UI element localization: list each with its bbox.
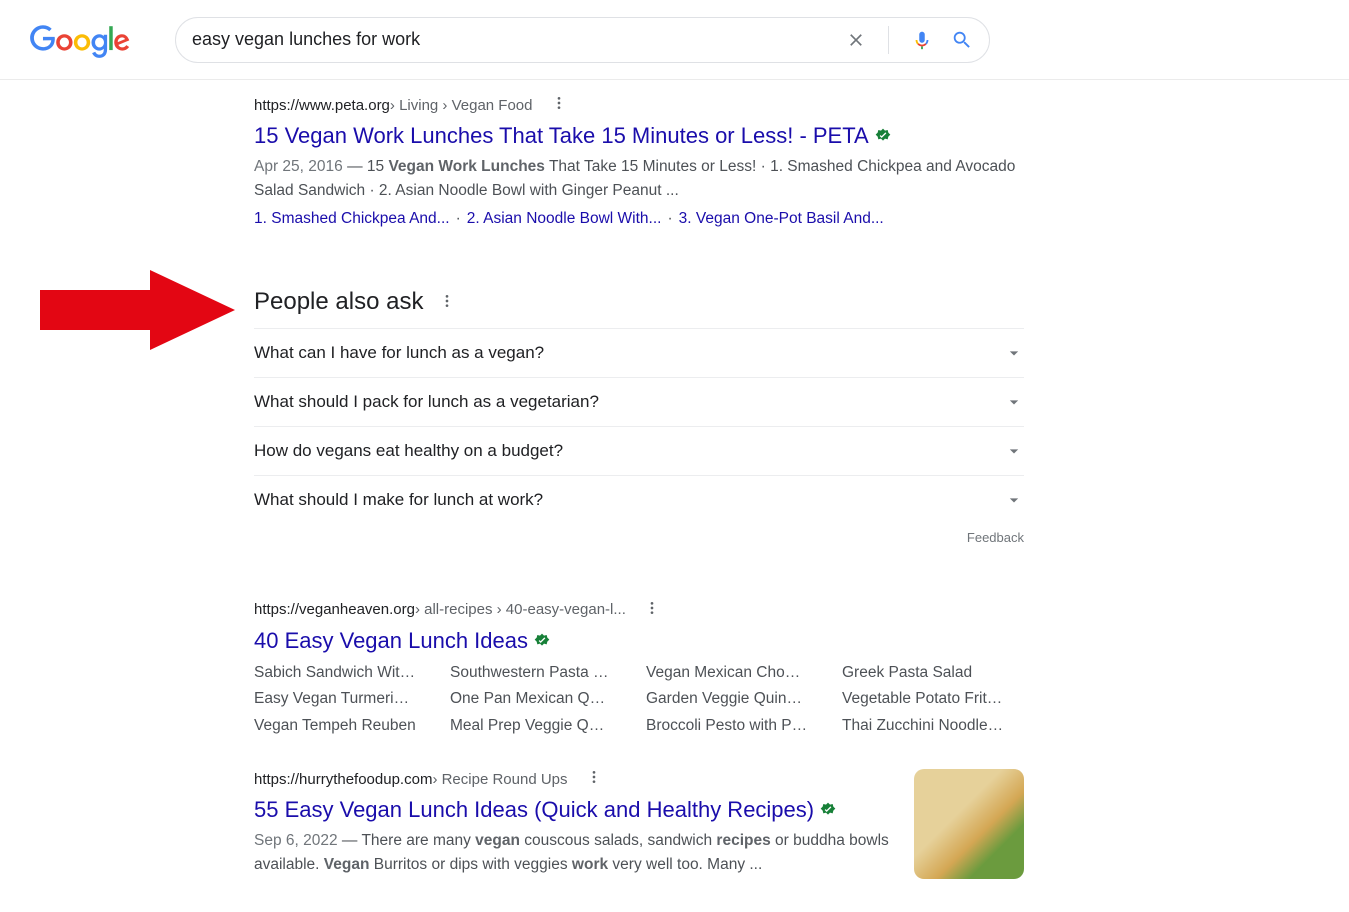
paa-question[interactable]: What should I make for lunch at work? [254,475,1024,524]
chevron-down-icon [1004,343,1024,363]
result-title[interactable]: 55 Easy Vegan Lunch Ideas (Quick and Hea… [254,797,894,823]
result-snippet: Sep 6, 2022 — There are many vegan cousc… [254,829,894,878]
paa-question[interactable]: What should I pack for lunch as a vegeta… [254,377,1024,426]
more-icon[interactable] [586,769,602,789]
search-box[interactable] [175,17,990,63]
more-icon[interactable] [439,288,455,316]
result-item: https://hurrythefoodup.com › Recipe Roun… [254,769,1024,879]
result-title[interactable]: 15 Vegan Work Lunches That Take 15 Minut… [254,123,1024,149]
more-icon[interactable] [644,600,660,620]
sitelink[interactable]: 2. Asian Noodle Bowl With... [467,210,662,227]
result-title[interactable]: 40 Easy Vegan Lunch Ideas [254,628,1024,654]
more-icon[interactable] [551,95,567,115]
verified-badge-icon [875,128,891,144]
result-url[interactable]: https://veganheaven.org › all-recipes › … [254,600,1024,620]
result-snippet: Apr 25, 2016 — 15 Vegan Work Lunches Tha… [254,155,1024,204]
result-url[interactable]: https://hurrythefoodup.com › Recipe Roun… [254,769,894,789]
chevron-down-icon [1004,392,1024,412]
sitelinks: 1. Smashed Chickpea And...·2. Asian Nood… [254,210,1024,228]
result-item: https://veganheaven.org › all-recipes › … [254,600,1024,739]
annotation-arrow [20,265,240,355]
google-logo[interactable] [30,25,130,64]
results-area: https://www.peta.org › Living › Vegan Fo… [254,80,1024,879]
result-thumbnail[interactable] [914,769,1024,879]
sitelink[interactable]: 3. Vegan One-Pot Basil And... [679,210,884,227]
sitelink[interactable]: 1. Smashed Chickpea And... [254,210,450,227]
result-item: https://www.peta.org › Living › Vegan Fo… [254,95,1024,228]
result-table: Sabich Sandwich Wit…Easy Vegan Turmeri…V… [254,660,1024,739]
mic-icon[interactable] [911,29,933,51]
paa-question[interactable]: What can I have for lunch as a vegan? [254,328,1024,377]
feedback-link[interactable]: Feedback [254,530,1024,545]
paa-question[interactable]: How do vegans eat healthy on a budget? [254,426,1024,475]
chevron-down-icon [1004,490,1024,510]
verified-badge-icon [534,633,550,649]
header [0,0,1349,80]
people-also-ask: People also ask What can I have for lunc… [254,288,1024,545]
result-url[interactable]: https://www.peta.org › Living › Vegan Fo… [254,95,1024,115]
paa-heading: People also ask [254,288,1024,316]
verified-badge-icon [820,802,836,818]
search-input[interactable] [192,29,846,50]
clear-icon[interactable] [846,30,866,50]
chevron-down-icon [1004,441,1024,461]
search-icon[interactable] [951,29,973,51]
